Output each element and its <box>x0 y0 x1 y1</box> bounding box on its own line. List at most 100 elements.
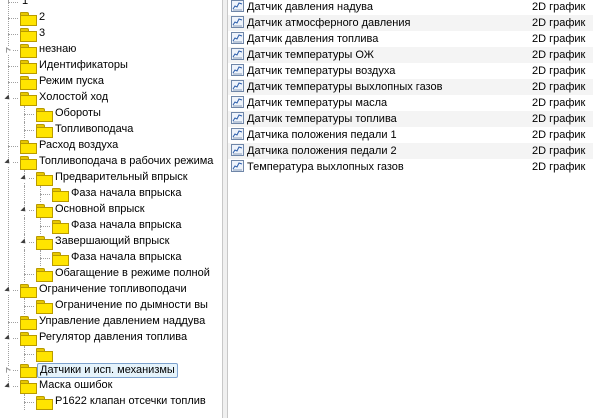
tree-item-label: Фаза начала впрыска <box>71 187 182 199</box>
tree-item[interactable]: Фаза начала впрыска <box>0 186 222 202</box>
tree-item[interactable]: Топливоподача в рабочих режима <box>0 154 222 170</box>
folder-icon <box>20 28 37 42</box>
list-item[interactable]: Датчик давления надува 2D график <box>228 0 593 15</box>
tree-item[interactable]: Фаза начала впрыска <box>0 218 222 234</box>
folder-body <box>36 175 53 186</box>
tree-item[interactable]: Фаза начала впрыска <box>0 250 222 266</box>
folder-icon <box>36 236 53 250</box>
collapse-arrow-icon[interactable] <box>20 174 29 183</box>
list-item[interactable]: Датчика положения педали 1 2D график <box>228 127 593 143</box>
folder-body <box>36 303 53 314</box>
tree-item[interactable]: 2 <box>0 10 222 26</box>
list-item-name: Датчик температуры масла <box>247 97 388 109</box>
tree-item[interactable]: 3 <box>0 26 222 42</box>
tree-item[interactable]: Обороты <box>0 106 222 122</box>
tree-item[interactable]: Режим пуска <box>0 74 222 90</box>
tree-item-label: Фаза начала впрыска <box>71 219 182 231</box>
tree-item[interactable]: Управление давлением наддува <box>0 314 222 330</box>
tree-item[interactable]: Датчики и исп. механизмы <box>0 362 222 378</box>
tree-item-label: Фаза начала впрыска <box>71 251 182 263</box>
collapse-arrow-icon[interactable] <box>4 94 13 103</box>
tree-connector <box>8 18 18 19</box>
collapse-arrow-icon[interactable] <box>4 158 13 167</box>
tree-item-label <box>53 346 57 361</box>
chart-2d-icon <box>231 128 244 140</box>
folder-body <box>36 111 53 122</box>
tree-item[interactable] <box>0 346 222 362</box>
tree-guide-line <box>24 266 25 282</box>
list-item[interactable]: Датчик температуры выхлопных газов 2D гра… <box>228 79 593 95</box>
tree-connector <box>8 2 18 3</box>
list-item-name: Датчик давления топлива <box>247 33 379 45</box>
folder-icon <box>36 124 53 138</box>
list-item[interactable]: Датчик атмосферного давления 2D график <box>228 15 593 31</box>
tree-item-label: Основной впрыск <box>55 203 145 215</box>
tree-item[interactable]: Регулятор давления топлива <box>0 330 222 346</box>
tree-guide-line <box>24 122 25 138</box>
list-item[interactable]: Датчика положения педали 2 2D график <box>228 143 593 159</box>
folder-icon <box>20 316 37 330</box>
list-item[interactable]: Температура выхлопных газов 2D график <box>228 159 593 175</box>
folder-body <box>36 271 53 282</box>
folder-icon <box>52 252 69 266</box>
folder-icon <box>20 12 37 26</box>
tree-item[interactable]: Топливоподача <box>0 122 222 138</box>
list-item[interactable]: Датчик давления топлива 2D график <box>228 31 593 47</box>
folder-body <box>20 367 37 378</box>
folder-body <box>20 287 37 298</box>
tree-panel[interactable]: 1 2 3 незнаю Идентификаторы Режим пуска Холост… <box>0 0 222 418</box>
list-item-name: Датчик температуры воздуха <box>247 65 396 77</box>
tree-connector <box>8 146 18 147</box>
tree-connector <box>24 354 34 355</box>
list-item-type: 2D график <box>532 81 586 93</box>
tree-item[interactable]: Обагащение в режиме полной <box>0 266 222 282</box>
tree-item-label: Идентификаторы <box>39 59 128 71</box>
collapse-arrow-icon[interactable] <box>20 238 29 247</box>
collapse-arrow-icon[interactable] <box>4 334 13 343</box>
tree-item[interactable]: Завершающий впрыск <box>0 234 222 250</box>
tree-item[interactable]: 1 <box>0 0 222 10</box>
folder-icon <box>20 284 37 298</box>
tree-connector <box>8 322 18 323</box>
tree-item-label: Режим пуска <box>39 75 104 87</box>
tree-item[interactable]: Маска ошибок <box>0 378 222 394</box>
list-item-type: 2D график <box>532 145 586 157</box>
folder-body <box>20 15 37 26</box>
tree-item-label: Холостой ход <box>39 91 109 103</box>
item-list[interactable]: Датчик давления надува 2D график Датчик ат… <box>228 0 593 418</box>
collapse-arrow-icon[interactable] <box>20 206 29 215</box>
folder-icon <box>20 332 37 346</box>
tree-item[interactable]: Основной впрыск <box>0 202 222 218</box>
tree-item[interactable]: Предварительный впрыск <box>0 170 222 186</box>
collapse-arrow-icon[interactable] <box>4 382 13 391</box>
tree-item[interactable]: Идентификаторы <box>0 58 222 74</box>
list-item[interactable]: Датчик температуры ОЖ 2D график <box>228 47 593 63</box>
folder-body <box>20 143 37 154</box>
tree-item[interactable]: Ограничение топливоподачи <box>0 282 222 298</box>
folder-icon <box>20 156 37 170</box>
list-item[interactable]: Датчик температуры масла 2D график <box>228 95 593 111</box>
folder-body <box>36 351 53 362</box>
list-item-type: 2D график <box>532 129 586 141</box>
tree-item[interactable]: незнаю <box>0 42 222 58</box>
folder-body <box>20 63 37 74</box>
collapse-arrow-icon[interactable] <box>4 286 13 295</box>
list-item[interactable]: Датчик температуры топлива 2D график <box>228 111 593 127</box>
list-item-type: 2D график <box>532 49 586 61</box>
tree-item[interactable]: Ограничение по дымности вы <box>0 298 222 314</box>
folder-body <box>20 335 37 346</box>
folder-icon <box>36 204 53 218</box>
tree-item-label: Расход воздуха <box>39 139 119 151</box>
list-item[interactable]: Датчик температуры воздуха 2D график <box>228 63 593 79</box>
list-item-name: Датчик температуры выхлопных газов <box>247 81 443 93</box>
chart-2d-icon <box>231 80 244 92</box>
expand-arrow-icon[interactable] <box>4 366 13 375</box>
expand-arrow-icon[interactable] <box>4 46 13 55</box>
folder-body <box>20 319 37 330</box>
folder-icon <box>36 268 53 282</box>
tree-item[interactable]: Расход воздуха <box>0 138 222 154</box>
tree-item-label: Ограничение топливоподачи <box>39 283 187 295</box>
chart-2d-icon <box>231 112 244 124</box>
tree-item[interactable]: P1622 клапан отсечки топлив <box>0 394 222 410</box>
tree-item[interactable]: Холостой ход <box>0 90 222 106</box>
